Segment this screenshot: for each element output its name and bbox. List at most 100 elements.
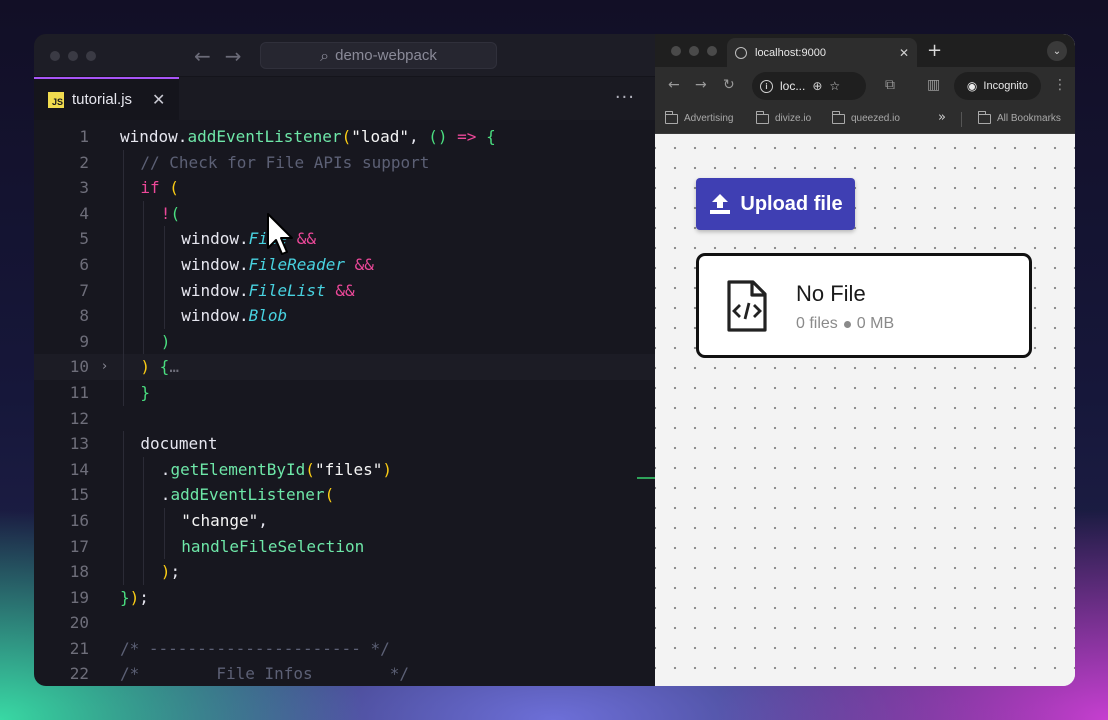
bookmark-label: divize.io: [775, 113, 812, 124]
code-token: "files": [314, 459, 383, 479]
code-line[interactable]: 22 /* File Infos */: [34, 661, 655, 686]
maximize-window-button[interactable]: [86, 51, 96, 61]
close-window-button[interactable]: [50, 51, 60, 61]
page-content: Upload file No File 0 files 0 MB: [655, 134, 1075, 686]
line-number: 21: [69, 638, 89, 658]
code-token: addEventListener: [187, 127, 342, 146]
indent-guide: [123, 533, 124, 560]
code-token: }: [140, 382, 151, 402]
all-bookmarks[interactable]: All Bookmarks: [977, 110, 1061, 124]
incognito-badge[interactable]: ◉ Incognito: [954, 72, 1041, 100]
code-line[interactable]: 17 handleFileSelection: [34, 533, 655, 560]
code-line[interactable]: 14 .getElementById("files"): [34, 456, 655, 483]
window-controls[interactable]: [50, 51, 96, 61]
incognito-icon: ◉: [966, 79, 978, 93]
code-token: }: [120, 587, 130, 607]
code-area[interactable]: 1 window.addEventListener("load", () => {…: [34, 120, 655, 686]
code-token: =>: [447, 127, 487, 146]
browser-maximize-button[interactable]: [707, 46, 717, 56]
bookmark-advertising[interactable]: Advertising: [664, 110, 733, 124]
code-text: .addEventListener(: [161, 482, 334, 508]
indent-guide: [123, 507, 124, 534]
tab-search-icon[interactable]: ⌄: [1047, 41, 1067, 61]
line-number: 13: [69, 434, 89, 454]
browser-window: localhost:9000 ✕ + ⌄ ← → ↻ i loc... ⊕ ☆ …: [655, 34, 1075, 686]
close-icon[interactable]: ✕: [899, 46, 909, 60]
more-bookmarks-icon[interactable]: »: [938, 110, 946, 125]
code-token: window.: [120, 127, 188, 146]
browser-minimize-button[interactable]: [689, 46, 699, 56]
line-number: 17: [69, 536, 89, 556]
tab-tutorial-js[interactable]: JS tutorial.js ✕: [34, 77, 179, 120]
code-text: /* ---------------------- */: [120, 636, 390, 662]
address-bar[interactable]: i loc... ⊕ ☆: [752, 72, 866, 100]
code-line[interactable]: 7 window.FileList &&: [34, 277, 655, 304]
forward-icon[interactable]: →: [695, 77, 707, 93]
code-token: &&: [325, 280, 355, 300]
side-panel-icon[interactable]: ▥: [927, 77, 940, 93]
new-tab-icon[interactable]: +: [927, 40, 942, 61]
bookmark-star-icon[interactable]: ☆: [829, 79, 840, 93]
bookmark-queezed[interactable]: queezed.io: [831, 110, 900, 124]
code-line[interactable]: 19});: [34, 585, 655, 611]
code-line[interactable]: 10 ›) {…: [34, 354, 655, 380]
file-size: 0 MB: [856, 315, 895, 332]
forward-arrow-icon[interactable]: →: [225, 44, 242, 68]
indent-guide: [123, 226, 124, 252]
code-text: // Check for File APIs support: [140, 150, 429, 176]
close-icon[interactable]: ✕: [152, 90, 165, 109]
line-number: 20: [69, 613, 89, 633]
zoom-icon[interactable]: ⊕: [812, 79, 822, 93]
code-token: ;: [170, 562, 181, 582]
site-info-icon[interactable]: i: [760, 79, 773, 93]
indent-guide: [143, 533, 145, 560]
upload-file-button[interactable]: Upload file: [696, 178, 855, 230]
code-line[interactable]: 6 window.FileReader &&: [34, 251, 655, 278]
code-text: if (: [140, 175, 179, 201]
browser-window-controls[interactable]: [671, 46, 717, 56]
code-line[interactable]: 21 /* ---------------------- */: [34, 636, 655, 662]
incognito-label: Incognito: [983, 80, 1029, 92]
more-actions-icon[interactable]: ···: [615, 87, 635, 108]
file-card-title: No File: [796, 281, 866, 306]
back-arrow-icon[interactable]: ←: [194, 44, 211, 68]
minimize-window-button[interactable]: [68, 51, 78, 61]
code-line[interactable]: 11}: [34, 379, 655, 406]
line-number: 7: [79, 280, 89, 300]
code-token: (: [341, 127, 352, 146]
code-line[interactable]: 18);: [34, 559, 655, 585]
indent-guide: [123, 149, 124, 176]
editor-tab-bar: JS tutorial.js ✕ ···: [34, 77, 655, 120]
line-number: 8: [79, 306, 89, 326]
folder-icon: [664, 110, 678, 124]
code-line[interactable]: 15 .addEventListener(: [34, 482, 655, 508]
code-line[interactable]: 9): [34, 328, 655, 355]
back-icon[interactable]: ←: [668, 77, 680, 93]
code-line[interactable]: 3 if (: [34, 175, 655, 201]
fold-chevron-icon[interactable]: ›: [102, 354, 107, 380]
code-line[interactable]: 20: [34, 610, 655, 636]
code-token: (): [428, 127, 448, 146]
folder-icon: [831, 110, 845, 124]
code-line[interactable]: 13 document: [34, 431, 655, 457]
code-line[interactable]: 8 window.Blob: [34, 303, 655, 329]
code-token: window.: [181, 254, 249, 274]
browser-menu-icon[interactable]: ⋮: [1053, 77, 1067, 93]
workspace-name: demo-webpack: [335, 47, 437, 64]
bookmark-divize[interactable]: divize.io: [755, 110, 812, 124]
code-line[interactable]: 16 "change",: [34, 507, 655, 534]
extensions-icon[interactable]: ⧉: [885, 77, 895, 93]
code-line[interactable]: 2 // Check for File APIs support: [34, 149, 655, 176]
indent-guide: [143, 277, 145, 304]
code-file-icon: [727, 280, 767, 332]
browser-close-button[interactable]: [671, 46, 681, 56]
browser-tab-localhost[interactable]: localhost:9000 ✕: [727, 38, 917, 67]
code-line[interactable]: 4 !(: [34, 200, 655, 227]
code-line[interactable]: 12: [34, 406, 655, 432]
reload-icon[interactable]: ↻: [723, 77, 735, 93]
code-line[interactable]: 5window.File &&: [34, 226, 655, 252]
code-line[interactable]: 1 window.addEventListener("load", () => {: [34, 124, 655, 150]
tab-label: tutorial.js: [72, 91, 133, 108]
code-token: .: [160, 485, 171, 505]
command-center-search[interactable]: ⌕ demo-webpack: [260, 42, 497, 69]
